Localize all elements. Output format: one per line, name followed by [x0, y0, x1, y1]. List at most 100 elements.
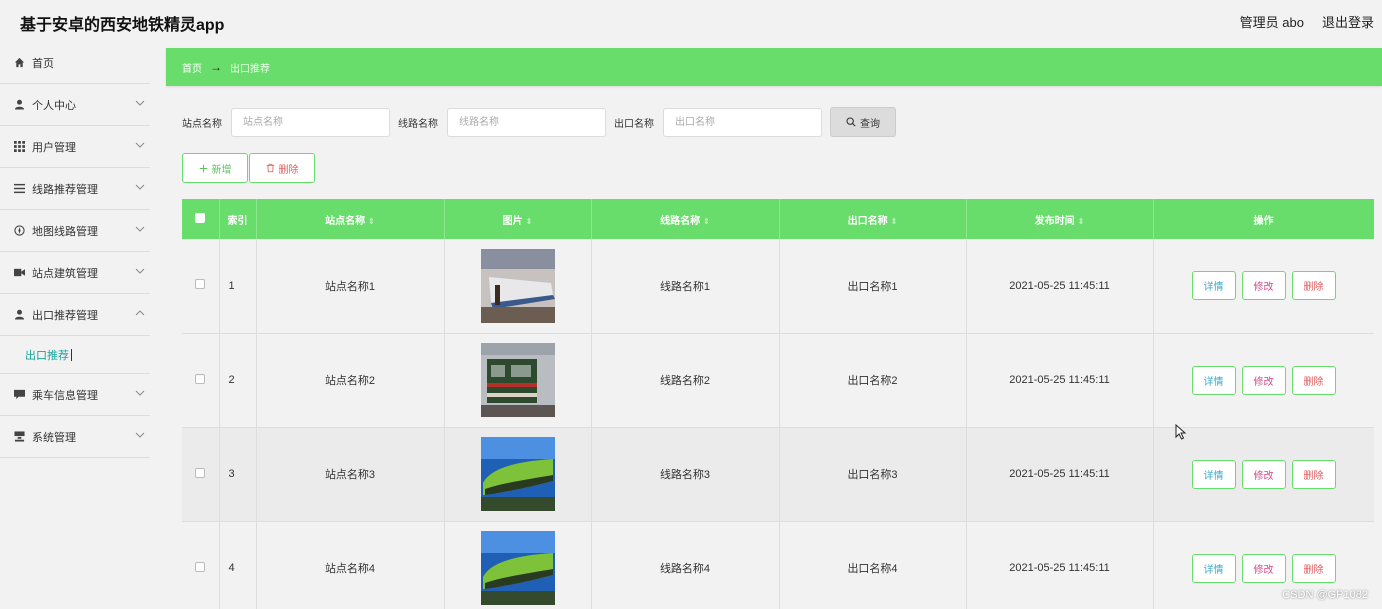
- header-index: 索引: [219, 199, 257, 239]
- chevron-down-icon: [135, 142, 145, 148]
- row-line: 线路名称2: [591, 333, 780, 427]
- row-exit: 出口名称1: [779, 239, 967, 333]
- header-exit[interactable]: 出口名称 ⇕: [779, 199, 967, 239]
- home-icon: [13, 57, 25, 69]
- mouse-cursor-icon: [1175, 424, 1187, 440]
- row-time: 2021-05-25 11:45:11: [966, 239, 1154, 333]
- sidebar-item-exit-recommend[interactable]: 出口推荐管理: [0, 294, 150, 336]
- add-button-label: 新增: [211, 164, 232, 176]
- row-checkbox[interactable]: [195, 279, 206, 290]
- header-station[interactable]: 站点名称 ⇕: [256, 199, 445, 239]
- query-button-label: 查询: [860, 118, 880, 130]
- sidebar-subitem-exit-recommend[interactable]: 出口推荐: [0, 336, 150, 374]
- text-caret: [71, 348, 72, 361]
- search-icon: [846, 117, 856, 127]
- top-bar: 基于安卓的西安地铁精灵app 管理员 abo 退出登录: [0, 0, 1382, 42]
- sidebar-item-users[interactable]: 用户管理: [0, 126, 150, 168]
- sort-icon[interactable]: ⇕: [703, 217, 710, 226]
- edit-button[interactable]: 修改: [1241, 553, 1286, 583]
- sidebar-item-label: 个人中心: [32, 99, 76, 112]
- station-name-label: 站点名称: [182, 118, 222, 130]
- edit-button[interactable]: 修改: [1241, 459, 1286, 489]
- header-time-label: 发布时间: [1034, 215, 1075, 227]
- detail-button[interactable]: 详情: [1191, 553, 1236, 583]
- sidebar-item-label: 线路推荐管理: [32, 183, 98, 196]
- sidebar-item-map-route[interactable]: 地图线路管理: [0, 210, 150, 252]
- add-button[interactable]: 新增: [182, 153, 248, 183]
- row-checkbox-cell[interactable]: [182, 521, 220, 609]
- row-time: 2021-05-25 11:45:11: [966, 333, 1154, 427]
- sidebar-item-label: 首页: [32, 57, 54, 70]
- breadcrumb-home[interactable]: 首页: [182, 60, 202, 75]
- row-checkbox-cell[interactable]: [182, 333, 220, 427]
- sort-icon[interactable]: ⇕: [368, 217, 375, 226]
- station-name-input[interactable]: [231, 107, 390, 137]
- detail-button[interactable]: 详情: [1191, 271, 1236, 301]
- row-exit: 出口名称4: [779, 521, 967, 609]
- delete-button[interactable]: 删除: [1291, 553, 1336, 583]
- sort-icon[interactable]: ⇕: [891, 217, 898, 226]
- row-ops-cell: 详情 修改 删除: [1153, 333, 1374, 427]
- select-all-checkbox[interactable]: [195, 212, 206, 223]
- batch-delete-button[interactable]: 删除: [249, 153, 315, 183]
- sidebar-item-label: 用户管理: [32, 141, 76, 154]
- sort-icon[interactable]: ⇕: [526, 217, 533, 226]
- row-image-cell: [444, 333, 592, 427]
- breadcrumb-current: 出口推荐: [230, 63, 270, 75]
- edit-button[interactable]: 修改: [1241, 365, 1286, 395]
- trash-icon: [266, 163, 274, 173]
- row-index: 2: [219, 333, 257, 427]
- row-checkbox[interactable]: [195, 373, 206, 384]
- list-icon: [13, 183, 25, 195]
- logout-link[interactable]: 退出登录: [1322, 12, 1374, 31]
- delete-button[interactable]: 删除: [1291, 271, 1336, 301]
- chat-icon: [13, 389, 25, 401]
- chevron-down-icon: [135, 268, 145, 274]
- sidebar-item-label: 站点建筑管理: [32, 267, 98, 280]
- sidebar-item-label: 系统管理: [32, 431, 76, 444]
- sidebar-item-ride-info[interactable]: 乘车信息管理: [0, 374, 150, 416]
- row-checkbox[interactable]: [195, 467, 206, 478]
- batch-delete-button-label: 删除: [278, 164, 299, 176]
- header-line[interactable]: 线路名称 ⇕: [591, 199, 780, 239]
- sidebar-item-system[interactable]: 系统管理: [0, 416, 150, 458]
- edit-button[interactable]: 修改: [1241, 271, 1286, 301]
- sidebar-item-profile[interactable]: 个人中心: [0, 84, 150, 126]
- row-image-cell: [444, 427, 592, 521]
- row-checkbox[interactable]: [195, 561, 206, 572]
- sort-icon[interactable]: ⇕: [1078, 217, 1085, 226]
- top-right-area: 管理员 abo 退出登录: [1240, 12, 1374, 31]
- row-checkbox-cell[interactable]: [182, 427, 220, 521]
- user-icon: [13, 309, 25, 321]
- watermark: CSDN @GP1082: [1282, 589, 1368, 601]
- sidebar-item-home[interactable]: 首页: [0, 42, 150, 84]
- grid-icon: [13, 141, 25, 153]
- detail-button[interactable]: 详情: [1191, 459, 1236, 489]
- header-image-label: 图片: [502, 215, 523, 227]
- sidebar-item-station-building[interactable]: 站点建筑管理: [0, 252, 150, 294]
- breadcrumb-separator: →: [210, 60, 222, 74]
- detail-button[interactable]: 详情: [1191, 365, 1236, 395]
- row-index: 1: [219, 239, 257, 333]
- train-photo: [480, 248, 555, 323]
- chevron-down-icon: [135, 432, 145, 438]
- header-time[interactable]: 发布时间 ⇕: [966, 199, 1154, 239]
- sidebar-subitem-label: 出口推荐: [25, 349, 69, 362]
- row-time: 2021-05-25 11:45:11: [966, 427, 1154, 521]
- header-exit-label: 出口名称: [847, 215, 888, 227]
- line-name-input[interactable]: [447, 107, 606, 137]
- header-image[interactable]: 图片 ⇕: [444, 199, 592, 239]
- user-icon: [13, 99, 25, 111]
- header-ops: 操作: [1153, 199, 1374, 239]
- table-row: 1 站点名称1 线路名称1 出口名称1 2021-05-25 11:45:11 …: [182, 239, 1374, 333]
- search-form: 站点名称 线路名称 出口名称 查询: [182, 107, 896, 137]
- delete-button[interactable]: 删除: [1291, 459, 1336, 489]
- exit-name-input[interactable]: [663, 107, 822, 137]
- sidebar-item-route-recommend[interactable]: 线路推荐管理: [0, 168, 150, 210]
- query-button[interactable]: 查询: [830, 107, 896, 137]
- row-image-cell: [444, 521, 592, 609]
- delete-button[interactable]: 删除: [1291, 365, 1336, 395]
- row-checkbox-cell[interactable]: [182, 239, 220, 333]
- header-checkbox-cell[interactable]: [182, 199, 220, 239]
- sidebar-item-label: 地图线路管理: [32, 225, 98, 238]
